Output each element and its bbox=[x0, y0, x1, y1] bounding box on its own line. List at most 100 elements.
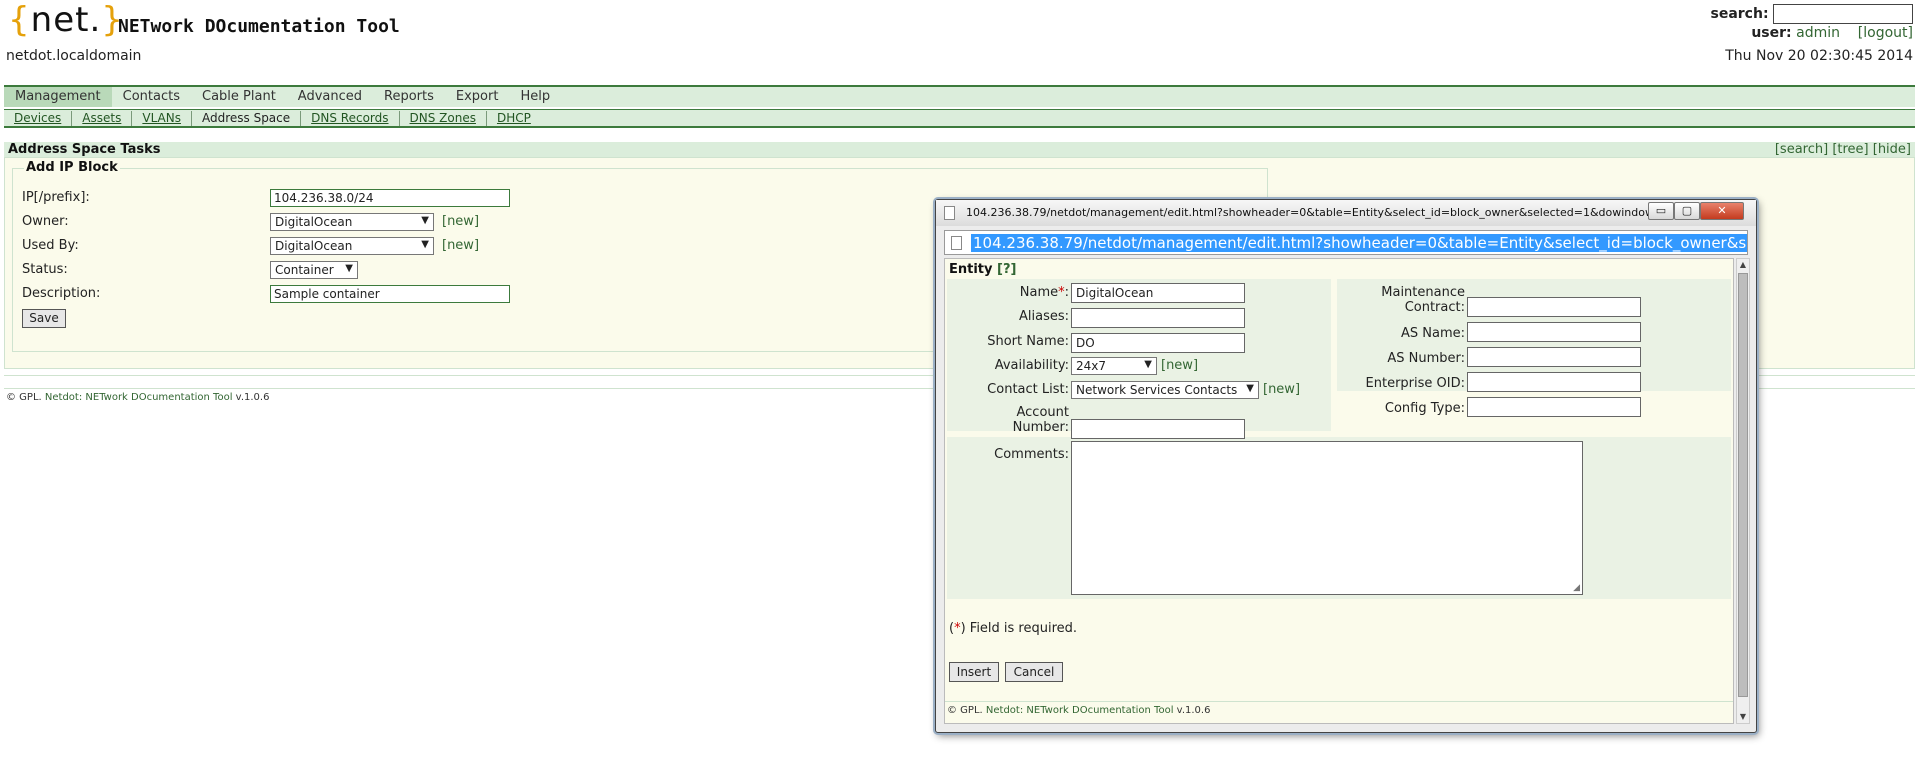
ip-prefix-label: IP[/prefix]: bbox=[22, 190, 90, 205]
submenu-assets[interactable]: Assets bbox=[72, 110, 133, 126]
footer: © GPL. Netdot: NETwork DOcumentation Too… bbox=[6, 392, 269, 403]
netdot-logo: {net.} bbox=[8, 0, 124, 40]
aliases-label: Aliases: bbox=[1018, 309, 1069, 324]
status-select-value: Container bbox=[275, 263, 334, 277]
maximize-button[interactable]: ▢ bbox=[1674, 202, 1700, 220]
app-title: NETwork DOcumentation Tool bbox=[118, 16, 400, 37]
submenu-vlans[interactable]: VLANs bbox=[132, 110, 192, 126]
status-select[interactable]: Container ▼ bbox=[270, 261, 358, 279]
close-button[interactable]: ✕ bbox=[1700, 202, 1744, 220]
owner-select[interactable]: DigitalOcean ▼ bbox=[270, 213, 434, 231]
used-by-select-value: DigitalOcean bbox=[275, 239, 353, 253]
submenu-dns-records[interactable]: DNS Records bbox=[301, 110, 400, 126]
popup-footer: © GPL. Netdot: NETwork DOcumentation Too… bbox=[947, 705, 1210, 716]
maintenance-label-line-1: Maintenance bbox=[1381, 285, 1465, 300]
contact-list-select[interactable]: Network Services Contacts ▼ bbox=[1071, 381, 1259, 399]
owner-new-link[interactable]: [new] bbox=[442, 214, 479, 229]
as-number-input[interactable] bbox=[1467, 347, 1641, 367]
tasks-title: Address Space Tasks bbox=[8, 142, 161, 157]
logout-link[interactable]: [logout] bbox=[1858, 25, 1913, 41]
submenu-address-space[interactable]: Address Space bbox=[192, 110, 302, 126]
user-row: user: admin [logout] bbox=[1711, 24, 1913, 43]
menu-contacts[interactable]: Contacts bbox=[112, 87, 191, 107]
sub-menu: Devices Assets VLANs Address Space DNS R… bbox=[4, 109, 1915, 128]
maintenance-label-line-2: Contract: bbox=[1404, 300, 1465, 315]
popup-url-bar[interactable]: 104.236.38.79/netdot/management/edit.htm… bbox=[944, 230, 1748, 255]
dropdown-arrow-icon: ▼ bbox=[1144, 359, 1152, 370]
popup-titlebar[interactable]: 104.236.38.79/netdot/management/edit.htm… bbox=[936, 200, 1756, 226]
footer-netdot-link[interactable]: Netdot: NETwork DOcumentation Tool bbox=[45, 392, 233, 403]
availability-select-value: 24x7 bbox=[1076, 359, 1107, 373]
add-ip-block-legend: Add IP Block bbox=[24, 160, 120, 175]
dropdown-arrow-icon: ▼ bbox=[421, 215, 429, 226]
account-number-input[interactable] bbox=[1071, 419, 1245, 439]
menu-advanced[interactable]: Advanced bbox=[287, 87, 373, 107]
tasks-links[interactable]: [search] [tree] [hide] bbox=[1775, 142, 1911, 157]
minimize-button[interactable]: ▭ bbox=[1648, 202, 1674, 220]
user-panel: search: user: admin [logout] bbox=[1711, 4, 1913, 43]
required-mark: * bbox=[1058, 285, 1065, 300]
page-icon bbox=[944, 206, 955, 220]
availability-new-link[interactable]: [new] bbox=[1161, 358, 1198, 373]
account-number-label: Account Number: bbox=[955, 405, 1069, 435]
short-name-label: Short Name: bbox=[987, 334, 1069, 349]
popup-scrollbar[interactable]: ▲ ▼ bbox=[1736, 258, 1750, 724]
account-label-line-1: Account bbox=[1016, 405, 1070, 420]
as-name-label: AS Name: bbox=[1400, 326, 1465, 341]
scroll-thumb[interactable] bbox=[1738, 273, 1748, 697]
popup-title: 104.236.38.79/netdot/management/edit.htm… bbox=[966, 206, 1664, 219]
used-by-new-link[interactable]: [new] bbox=[442, 238, 479, 253]
logo-text: net. bbox=[30, 0, 102, 40]
scroll-up-arrow-icon[interactable]: ▲ bbox=[1737, 259, 1749, 271]
search-row: search: bbox=[1711, 4, 1913, 24]
availability-select[interactable]: 24x7 ▼ bbox=[1071, 357, 1157, 375]
save-button[interactable]: Save bbox=[22, 309, 66, 328]
menu-reports[interactable]: Reports bbox=[373, 87, 445, 107]
popup-footer-netdot-link[interactable]: Netdot: NETwork DOcumentation Tool bbox=[986, 705, 1174, 716]
maintenance-contract-input[interactable] bbox=[1467, 297, 1641, 317]
main-menu: Management Contacts Cable Plant Advanced… bbox=[4, 85, 1915, 107]
contact-list-new-link[interactable]: [new] bbox=[1263, 382, 1300, 397]
short-name-input[interactable]: DO bbox=[1071, 333, 1245, 353]
name-label-text: Name bbox=[1019, 285, 1059, 300]
required-note: (*) Field is required. bbox=[949, 621, 1077, 636]
enterprise-oid-input[interactable] bbox=[1467, 372, 1641, 392]
aliases-input[interactable] bbox=[1071, 308, 1245, 328]
insert-button[interactable]: Insert bbox=[949, 662, 999, 682]
as-name-input[interactable] bbox=[1467, 322, 1641, 342]
menu-cable-plant[interactable]: Cable Plant bbox=[191, 87, 287, 107]
used-by-label: Used By: bbox=[22, 238, 79, 253]
comments-textarea[interactable]: ◢ bbox=[1071, 441, 1583, 595]
popup-content: Entity [?] Name*: DigitalOcean Aliases: … bbox=[944, 258, 1734, 724]
ip-prefix-input[interactable]: 104.236.38.0/24 bbox=[270, 189, 510, 207]
submenu-dhcp[interactable]: DHCP bbox=[487, 111, 541, 126]
cancel-button[interactable]: Cancel bbox=[1005, 662, 1063, 682]
submenu-dns-zones[interactable]: DNS Zones bbox=[400, 110, 487, 126]
config-type-input[interactable] bbox=[1467, 397, 1641, 417]
config-type-label: Config Type: bbox=[1384, 401, 1465, 416]
hostname: netdot.localdomain bbox=[6, 48, 142, 64]
contact-list-label: Contact List: bbox=[987, 382, 1069, 397]
page-icon bbox=[951, 236, 962, 250]
menu-export[interactable]: Export bbox=[445, 87, 510, 107]
footer-version: v.1.0.6 bbox=[235, 392, 270, 403]
footer-copyright: © GPL. bbox=[6, 392, 42, 403]
description-label: Description: bbox=[22, 286, 101, 301]
user-name-link[interactable]: admin bbox=[1796, 25, 1840, 41]
dropdown-arrow-icon: ▼ bbox=[345, 263, 353, 274]
description-input[interactable]: Sample container bbox=[270, 285, 510, 303]
menu-help[interactable]: Help bbox=[509, 87, 561, 107]
popup-url-text[interactable]: 104.236.38.79/netdot/management/edit.htm… bbox=[971, 234, 1747, 252]
help-link[interactable]: [?] bbox=[997, 262, 1016, 277]
submenu-devices[interactable]: Devices bbox=[4, 110, 73, 126]
entity-label: Entity bbox=[949, 262, 993, 277]
search-input[interactable] bbox=[1773, 4, 1913, 24]
required-note-text: ) Field is required. bbox=[960, 621, 1078, 636]
menu-management[interactable]: Management bbox=[4, 87, 112, 107]
entity-header: Entity [?] bbox=[949, 262, 1016, 277]
used-by-select[interactable]: DigitalOcean ▼ bbox=[270, 237, 434, 255]
name-input[interactable]: DigitalOcean bbox=[1071, 283, 1245, 303]
name-label: Name*: bbox=[1019, 285, 1069, 300]
scroll-down-arrow-icon[interactable]: ▼ bbox=[1737, 711, 1749, 723]
resize-grip-icon[interactable]: ◢ bbox=[1573, 583, 1580, 593]
